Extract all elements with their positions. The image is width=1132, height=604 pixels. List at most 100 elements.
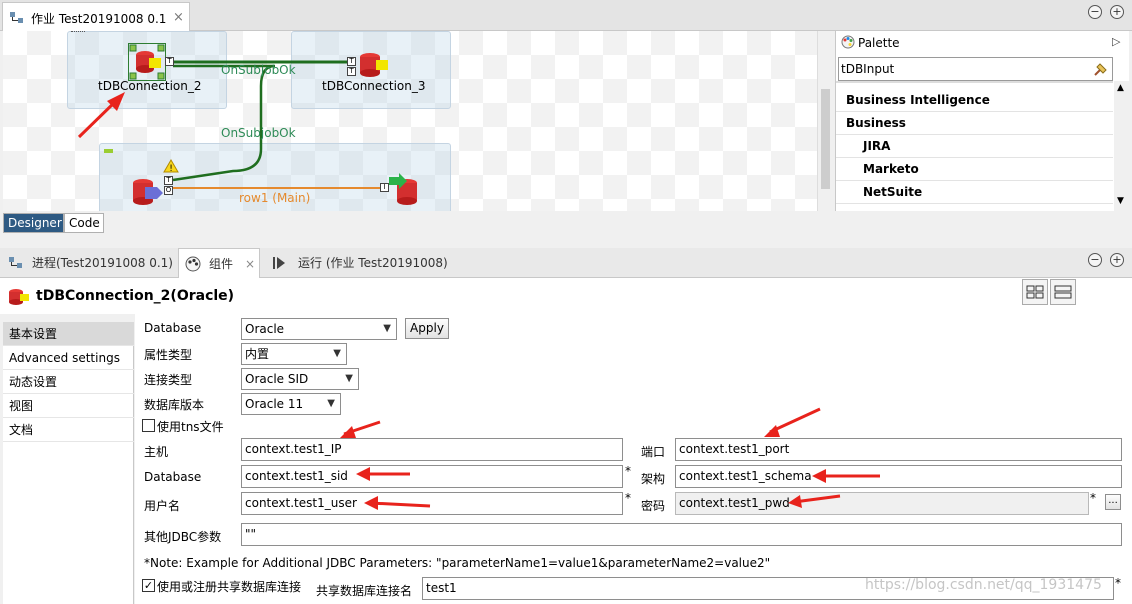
close-icon[interactable]: × [173, 10, 184, 25]
schema-label: 架构 [641, 472, 666, 486]
password-label: 密码 [641, 499, 666, 513]
required-mark: * [625, 491, 631, 505]
component-title: tDBConnection_2(Oracle) [36, 288, 235, 304]
job-tabbar: 作业 Test20191008 0.1 × − + [0, 0, 1132, 31]
required-mark: * [625, 464, 631, 478]
host-label: 主机 [144, 445, 169, 459]
maximize-icon[interactable]: + [1110, 5, 1124, 19]
components-icon [185, 256, 201, 272]
trigger-port[interactable]: T [164, 176, 173, 185]
apply-button[interactable]: Apply [405, 318, 449, 339]
db-input-icon[interactable] [131, 177, 165, 207]
basic-settings-form: Database Oracle ▼ Apply 属性类型 内置 ▼ 连接类型 Ora… [135, 314, 1132, 604]
nav-advanced-settings[interactable]: Advanced settings [3, 346, 134, 370]
password-field[interactable]: context.test1_pwd [675, 492, 1089, 515]
db-version-label: 数据库版本 [144, 398, 205, 412]
more-button[interactable]: ... [1105, 494, 1121, 510]
nav-basic-settings[interactable]: 基本设置 [3, 322, 134, 346]
nav-view[interactable]: 视图 [3, 394, 134, 418]
palette-search-input[interactable] [841, 59, 1081, 79]
designer-canvas[interactable]: T tDBConnection_2 T T tDBConnection_3 On… [3, 31, 831, 211]
job-tab-label: 作业 Test20191008 0.1 [31, 12, 167, 26]
tab-code[interactable]: Code [64, 213, 104, 233]
required-mark: * [1115, 576, 1121, 590]
tab-components[interactable]: 组件 × [178, 248, 260, 278]
link-label: row1 (Main) [239, 191, 311, 205]
user-label: 用户名 [144, 499, 181, 513]
process-icon [9, 257, 22, 268]
palette-item[interactable]: Business Intelligence [836, 89, 1113, 112]
component-label[interactable]: tDBConnection_2 [98, 79, 202, 93]
db-label: Database [144, 470, 202, 484]
trigger-port[interactable]: T [347, 67, 356, 76]
schema-field[interactable]: context.test1_schema [675, 465, 1122, 488]
required-mark: * [1090, 491, 1096, 505]
db-version-select[interactable]: Oracle 11 ▼ [241, 393, 341, 415]
minimize-icon[interactable]: − [1088, 5, 1102, 19]
component-label[interactable]: tDBConnection_3 [322, 79, 426, 93]
layout-grid-button[interactable] [1022, 279, 1048, 305]
use-tns-label: 使用tns文件 [157, 420, 224, 434]
jdbc-params-field[interactable]: "" [241, 523, 1122, 546]
chevron-right-icon[interactable]: ▷ [1112, 35, 1120, 48]
warning-icon: ! [163, 159, 179, 173]
db-output-icon[interactable] [389, 173, 423, 207]
trigger-port[interactable]: O [164, 186, 173, 195]
palette-item[interactable]: Business [836, 112, 1113, 135]
palette-item[interactable]: NetSuite [836, 181, 1113, 204]
settings-nav: 基本设置 Advanced settings 动态设置 视图 文档 [3, 322, 134, 604]
scroll-up-icon[interactable]: ▲ [1117, 83, 1124, 93]
search-broom-icon[interactable] [1092, 60, 1110, 78]
tab-run[interactable]: 运行 (作业 Test20191008) [298, 248, 448, 278]
trigger-port[interactable]: T [347, 57, 356, 66]
nav-docs[interactable]: 文档 [3, 418, 134, 442]
db-connection-icon[interactable] [356, 51, 392, 79]
close-icon[interactable]: × [245, 249, 255, 279]
db-field[interactable]: context.test1_sid [241, 465, 623, 488]
link-label: OnSubjobOk [221, 126, 296, 140]
palette-icon [841, 35, 855, 49]
host-field[interactable]: context.test1_IP [241, 438, 623, 461]
input-port[interactable]: I [380, 183, 389, 192]
db-version-value: Oracle 11 [245, 397, 304, 411]
watermark: https://blog.csdn.net/qq_1931475 [865, 577, 1102, 593]
run-icon [273, 257, 285, 269]
minimize-icon[interactable]: − [1088, 253, 1102, 267]
property-type-select[interactable]: 内置 ▼ [241, 343, 347, 365]
palette-title: Palette [858, 36, 900, 50]
palette-item[interactable]: JIRA [836, 135, 1113, 158]
tab-process[interactable]: 进程(Test20191008 0.1) [32, 248, 173, 278]
db-connection-icon[interactable] [128, 43, 166, 81]
connection-type-select[interactable]: Oracle SID ▼ [241, 368, 359, 390]
trigger-port[interactable]: T [165, 57, 174, 66]
scroll-down-icon[interactable]: ▼ [1117, 196, 1124, 206]
palette-scrollbar[interactable]: ▲ ▼ [1114, 81, 1130, 211]
database-select-value: Oracle [245, 322, 285, 336]
palette-item[interactable]: Marketo [836, 158, 1113, 181]
chevron-down-icon: ▼ [345, 373, 353, 384]
scrollbar-thumb[interactable] [821, 89, 830, 189]
database-label: Database [144, 321, 202, 335]
nav-dynamic-settings[interactable]: 动态设置 [3, 370, 134, 394]
palette-header: Palette ▷ [836, 31, 1130, 55]
layout-rows-button[interactable] [1050, 279, 1076, 305]
database-select[interactable]: Oracle ▼ [241, 318, 397, 340]
maximize-icon[interactable]: + [1110, 253, 1124, 267]
canvas-scrollbar[interactable] [817, 31, 832, 211]
db-connection-icon [9, 289, 29, 305]
rows-icon [1054, 285, 1072, 299]
svg-text:!: ! [169, 164, 173, 173]
connection-type-label: 连接类型 [144, 373, 193, 387]
user-field[interactable]: context.test1_user [241, 492, 623, 515]
chevron-down-icon: ▼ [383, 323, 391, 334]
tab-designer[interactable]: Designer [3, 213, 64, 233]
jdbc-params-label: 其他JDBC参数 [144, 530, 222, 544]
shared-connection-checkbox[interactable]: ✓ [142, 579, 155, 592]
use-tns-checkbox[interactable] [142, 419, 155, 432]
port-label: 端口 [641, 445, 666, 459]
grid-icon [1026, 285, 1044, 299]
job-tab[interactable]: 作业 Test20191008 0.1 × [2, 2, 190, 31]
shared-name-label: 共享数据库连接名 [316, 584, 413, 598]
palette-search[interactable] [838, 57, 1113, 81]
port-field[interactable]: context.test1_port [675, 438, 1122, 461]
